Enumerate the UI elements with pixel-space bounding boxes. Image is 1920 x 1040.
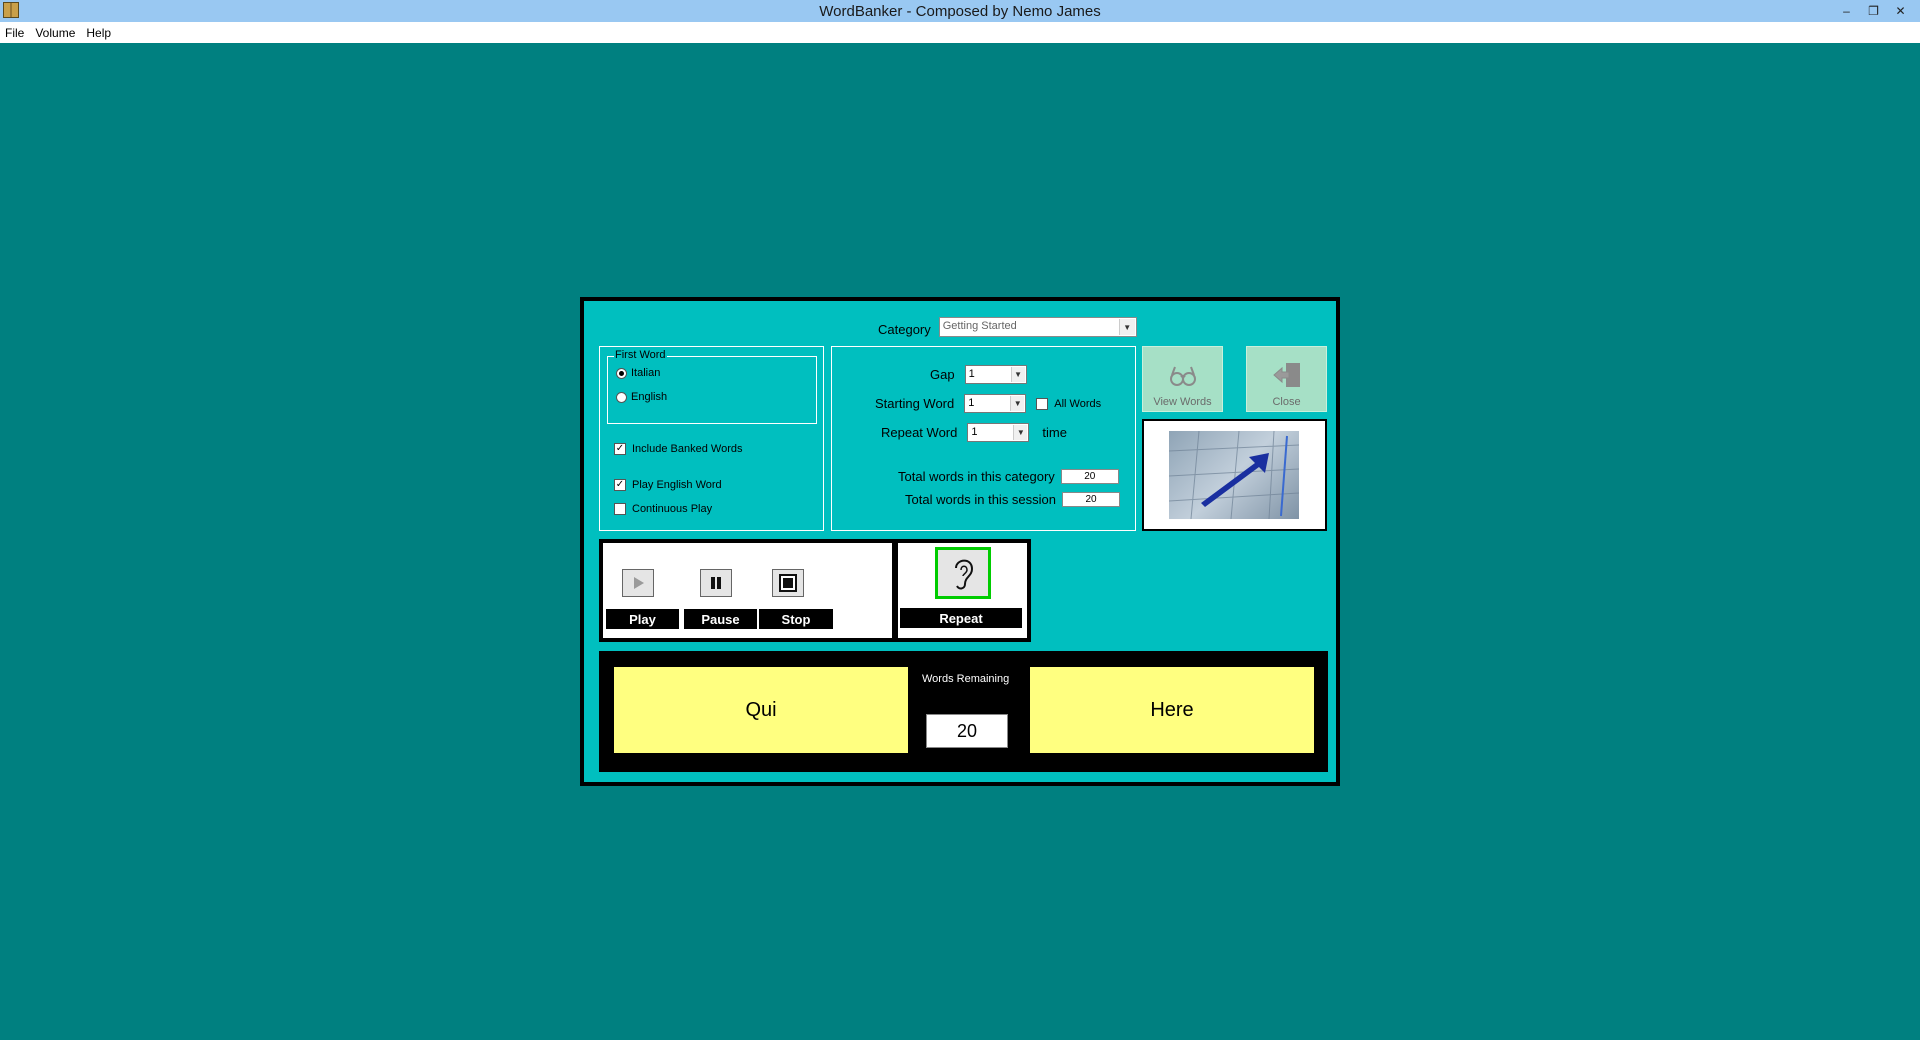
total-session-label: Total words in this session bbox=[905, 492, 1057, 507]
restore-button[interactable]: ❐ bbox=[1860, 0, 1887, 22]
gap-value: 1 bbox=[968, 368, 975, 380]
total-session-row: Total words in this session 20 bbox=[905, 492, 1121, 507]
repeat-word-value: 1 bbox=[971, 426, 978, 438]
repeat-icon[interactable] bbox=[935, 547, 991, 599]
repeat-button[interactable]: Repeat bbox=[900, 608, 1022, 628]
continuous-play-label: Continuous Play bbox=[632, 503, 713, 515]
word-display: Qui Words Remaining 20 Here bbox=[599, 651, 1328, 772]
exit-door-icon bbox=[1272, 363, 1300, 387]
play-english-label: Play English Word bbox=[632, 479, 722, 491]
chevron-down-icon[interactable]: ▼ bbox=[1118, 319, 1135, 335]
checkbox[interactable] bbox=[614, 503, 626, 515]
window-title: WordBanker - Composed by Nemo James bbox=[819, 2, 1101, 20]
first-word-title: First Word bbox=[614, 349, 667, 361]
words-remaining-label: Words Remaining bbox=[922, 673, 1010, 685]
radio-english[interactable]: English bbox=[616, 391, 667, 403]
menu-volume[interactable]: Volume bbox=[30, 26, 81, 40]
menu-help[interactable]: Help bbox=[81, 26, 117, 40]
stop-square-icon bbox=[779, 574, 797, 592]
words-remaining-value: 20 bbox=[926, 714, 1008, 748]
close-button[interactable]: Close bbox=[1246, 346, 1327, 412]
repeat-word-select[interactable]: 1 ▼ bbox=[967, 423, 1030, 442]
stop-icon[interactable] bbox=[772, 569, 804, 597]
gap-label: Gap bbox=[930, 367, 955, 382]
total-category-value: 20 bbox=[1060, 469, 1119, 484]
view-words-button[interactable]: View Words bbox=[1142, 346, 1223, 412]
radio-italian[interactable]: Italian bbox=[616, 367, 660, 379]
play-triangle-icon bbox=[634, 577, 644, 589]
total-session-value: 20 bbox=[1062, 492, 1121, 507]
word-image bbox=[1169, 431, 1299, 519]
play-icon[interactable] bbox=[622, 569, 654, 597]
pause-icon[interactable] bbox=[700, 569, 732, 597]
map-arrow-image bbox=[1169, 431, 1299, 519]
starting-word-row: Starting Word 1 ▼ All Words bbox=[875, 394, 1101, 413]
starting-word-label: Starting Word bbox=[875, 396, 955, 411]
ear-icon bbox=[955, 559, 974, 590]
chevron-down-icon[interactable]: ▼ bbox=[1013, 425, 1028, 440]
play-english-checkbox[interactable]: ✓ Play English Word bbox=[614, 479, 722, 491]
view-words-label: View Words bbox=[1153, 396, 1212, 408]
glasses-icon bbox=[1169, 366, 1196, 386]
checkbox[interactable] bbox=[1036, 397, 1049, 410]
total-category-row: Total words in this category 20 bbox=[898, 469, 1119, 484]
starting-word-select[interactable]: 1 ▼ bbox=[964, 394, 1027, 413]
play-button[interactable]: Play bbox=[606, 609, 679, 629]
word-image-frame bbox=[1142, 419, 1327, 531]
transport-controls: Play Pause Stop bbox=[599, 539, 896, 642]
all-words-checkbox[interactable]: All Words bbox=[1036, 397, 1102, 410]
category-select[interactable]: Getting Started ▼ bbox=[938, 317, 1137, 337]
total-category-label: Total words in this category bbox=[898, 469, 1055, 484]
main-panel: Category Getting Started ▼ First Word It… bbox=[580, 297, 1340, 786]
settings-box: Gap 1 ▼ Starting Word 1 ▼ All Words Repe… bbox=[831, 346, 1136, 531]
category-value: Getting Started bbox=[942, 320, 1017, 332]
checkbox[interactable]: ✓ bbox=[614, 479, 626, 491]
continuous-play-checkbox[interactable]: Continuous Play bbox=[614, 503, 712, 515]
radio-italian-label: Italian bbox=[631, 367, 661, 379]
close-window-button[interactable]: ✕ bbox=[1887, 0, 1914, 22]
checkbox[interactable]: ✓ bbox=[614, 443, 626, 455]
category-row: Category Getting Started ▼ bbox=[878, 317, 1137, 337]
italian-word: Qui bbox=[614, 667, 908, 753]
all-words-label: All Words bbox=[1054, 397, 1102, 410]
category-label: Category bbox=[878, 321, 931, 337]
repeat-word-suffix: time bbox=[1042, 425, 1067, 440]
menu-bar: File Volume Help bbox=[0, 22, 1920, 43]
pause-bars-icon bbox=[711, 577, 721, 589]
pause-button[interactable]: Pause bbox=[684, 609, 757, 629]
chevron-down-icon[interactable]: ▼ bbox=[1010, 396, 1025, 411]
starting-word-value: 1 bbox=[968, 397, 975, 409]
radio-button[interactable] bbox=[616, 391, 627, 403]
repeat-word-row: Repeat Word 1 ▼ time bbox=[881, 423, 1067, 442]
options-box: First Word Italian English ✓ Include Ban… bbox=[599, 346, 824, 531]
include-banked-checkbox[interactable]: ✓ Include Banked Words bbox=[614, 443, 742, 455]
repeat-controls: Repeat bbox=[894, 539, 1031, 642]
include-banked-label: Include Banked Words bbox=[632, 443, 743, 455]
minimize-button[interactable]: – bbox=[1833, 0, 1860, 22]
english-word: Here bbox=[1030, 667, 1314, 753]
gap-select[interactable]: 1 ▼ bbox=[964, 365, 1027, 384]
chevron-down-icon[interactable]: ▼ bbox=[1010, 367, 1025, 382]
close-label: Close bbox=[1272, 396, 1301, 408]
stop-button[interactable]: Stop bbox=[759, 609, 833, 629]
radio-button[interactable] bbox=[616, 367, 627, 379]
first-word-group: First Word Italian English bbox=[607, 349, 817, 424]
app-book-icon bbox=[3, 2, 19, 18]
repeat-word-label: Repeat Word bbox=[881, 425, 958, 440]
title-bar: WordBanker - Composed by Nemo James – ❐ … bbox=[0, 0, 1920, 22]
gap-row: Gap 1 ▼ bbox=[930, 365, 1027, 384]
radio-english-label: English bbox=[631, 391, 668, 403]
menu-file[interactable]: File bbox=[0, 26, 30, 40]
window-controls: – ❐ ✕ bbox=[1833, 0, 1914, 22]
